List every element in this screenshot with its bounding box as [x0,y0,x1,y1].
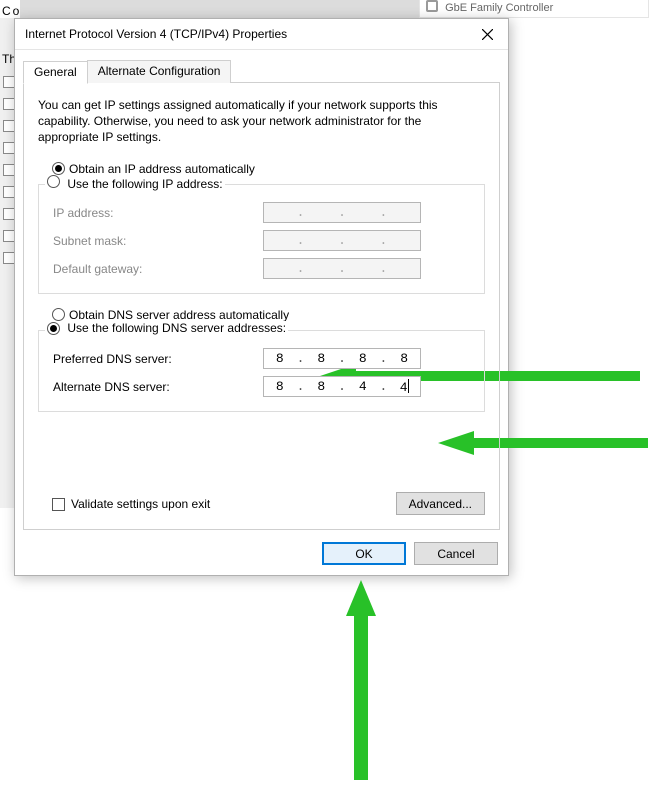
description-text: You can get IP settings assigned automat… [38,97,485,146]
cancel-button-label: Cancel [437,547,474,561]
ip-octet[interactable]: 4 [388,379,420,395]
alternate-dns-label: Alternate DNS server: [53,380,263,394]
ip-octet[interactable]: 4 [347,379,379,394]
preferred-dns-input[interactable]: 8. 8. 8. 8 [263,348,421,369]
advanced-button-label: Advanced... [409,497,472,511]
ip-auto-label: Obtain an IP address automatically [69,162,255,176]
ip-octet[interactable]: 8 [264,351,296,366]
tab-general-label: General [34,65,77,79]
ip-address-input: . . . [263,202,421,223]
ok-button-label: OK [355,547,372,561]
ip-octet[interactable]: 8 [264,379,296,394]
bg-controller-text: GbE Family Controller [445,2,553,14]
validate-checkbox-row[interactable]: Validate settings upon exit [52,497,210,511]
tab-alternate-configuration[interactable]: Alternate Configuration [87,60,232,83]
tab-alternate-label: Alternate Configuration [98,64,221,78]
validate-label: Validate settings upon exit [71,497,210,511]
titlebar[interactable]: Internet Protocol Version 4 (TCP/IPv4) P… [15,19,508,50]
advanced-button[interactable]: Advanced... [396,492,485,515]
radio-icon [52,308,65,321]
bg-controller-box: GbE Family Controller [419,0,649,18]
cancel-button[interactable]: Cancel [414,542,498,565]
bg-co-text: Co [2,4,21,18]
ok-button[interactable]: OK [322,542,406,565]
ip-manual-radio-row[interactable]: Use the following IP address: [45,175,225,191]
tabbar: General Alternate Configuration [23,60,500,83]
alternate-dns-row: Alternate DNS server: 8. 8. 4. 4 [53,373,474,401]
ip-manual-group: Use the following IP address: IP address… [38,184,485,294]
gateway-row: Default gateway: . . . [53,255,474,283]
ip-octet[interactable]: 8 [305,351,337,366]
preferred-dns-label: Preferred DNS server: [53,352,263,366]
dns-auto-radio-row[interactable]: Obtain DNS server address automatically [52,308,485,322]
subnet-row: Subnet mask: . . . [53,227,474,255]
ip-octet[interactable]: 8 [305,379,337,394]
ip-address-row: IP address: . . . [53,199,474,227]
gateway-label: Default gateway: [53,262,263,276]
gateway-input: . . . [263,258,421,279]
radio-icon [47,175,60,188]
bg-strip [20,0,450,18]
text-caret-icon [408,379,409,393]
preferred-dns-row: Preferred DNS server: 8. 8. 8. 8 [53,345,474,373]
close-icon [482,29,493,40]
alternate-dns-input[interactable]: 8. 8. 4. 4 [263,376,421,397]
close-button[interactable] [466,19,508,49]
subnet-input: . . . [263,230,421,251]
dialog-buttons: OK Cancel [322,542,498,565]
ip-octet[interactable]: 8 [388,351,420,366]
tab-panel-general: You can get IP settings assigned automat… [23,82,500,530]
ipv4-properties-dialog: Internet Protocol Version 4 (TCP/IPv4) P… [14,18,509,576]
ip-auto-radio-row[interactable]: Obtain an IP address automatically [52,162,485,176]
ip-manual-label: Use the following IP address: [67,177,222,191]
dns-manual-label: Use the following DNS server addresses: [67,321,286,335]
dns-auto-label: Obtain DNS server address automatically [69,308,289,322]
ip-address-label: IP address: [53,206,263,220]
title-text: Internet Protocol Version 4 (TCP/IPv4) P… [25,27,466,41]
dns-manual-group: Use the following DNS server addresses: … [38,330,485,412]
subnet-label: Subnet mask: [53,234,263,248]
radio-icon [47,322,60,335]
dns-manual-radio-row[interactable]: Use the following DNS server addresses: [45,321,288,335]
tab-general[interactable]: General [23,61,88,84]
radio-icon [52,162,65,175]
checkbox-icon [52,498,65,511]
ip-octet[interactable]: 8 [347,351,379,366]
